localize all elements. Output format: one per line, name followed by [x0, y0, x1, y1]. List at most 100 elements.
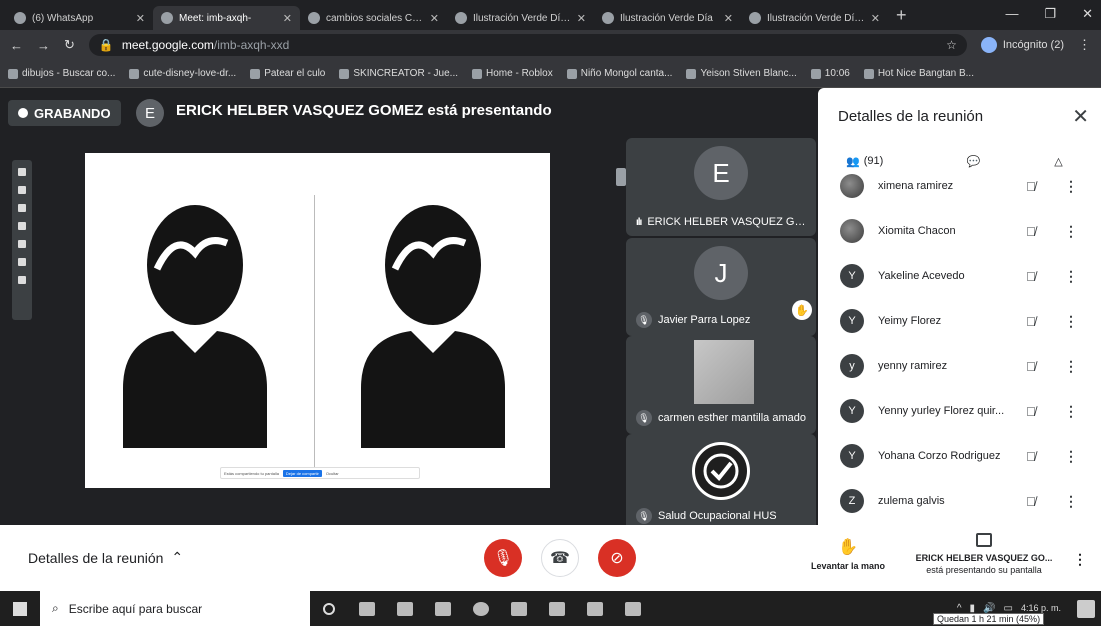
more-options-icon[interactable]: ⋮: [1064, 493, 1078, 510]
hide-share-bar-button[interactable]: Ocultar: [326, 471, 339, 476]
participant-row[interactable]: Xiomita Chacon 🎙̸ ⋮: [818, 213, 1101, 249]
forward-icon[interactable]: →: [37, 38, 50, 53]
camera-toggle-button[interactable]: ⊘: [598, 539, 636, 577]
cursor-tool-icon[interactable]: [18, 276, 26, 284]
tab-chat[interactable]: 💬: [931, 155, 1016, 168]
tab-people[interactable]: 👥 (91): [818, 155, 931, 168]
participant-name: Salud Ocupacional HUS: [658, 510, 777, 522]
excel-icon[interactable]: [424, 591, 462, 626]
tab-activities[interactable]: △: [1016, 155, 1101, 168]
participant-row[interactable]: Y Yenny yurley Florez quir... 🎙̸ ⋮: [818, 393, 1101, 429]
favicon-icon: [602, 12, 614, 24]
close-tab-icon[interactable]: ✕: [283, 12, 292, 25]
mic-off-icon: 🎙̸: [1026, 313, 1036, 329]
pen-tool-icon[interactable]: [18, 168, 26, 176]
highlighter-tool-icon[interactable]: [18, 258, 26, 266]
participant-row[interactable]: Y Yeimy Florez 🎙̸ ⋮: [818, 303, 1101, 339]
bookmark-item[interactable]: Hot Nice Bangtan B...: [863, 68, 974, 79]
browser-menu-icon[interactable]: ⋮: [1078, 37, 1091, 53]
bookmark-item[interactable]: SKINCREATOR - Jue...: [339, 68, 458, 79]
bookmark-item[interactable]: Home - Roblox: [472, 68, 553, 79]
close-window-icon[interactable]: ✕: [1082, 6, 1093, 22]
participant-tile[interactable]: E ılı ERICK HELBER VASQUEZ GO...: [626, 138, 816, 236]
word-icon[interactable]: [576, 591, 614, 626]
meeting-details-button[interactable]: Detalles de la reunión ⌃: [28, 549, 183, 566]
stop-sharing-button[interactable]: Dejar de compartir: [282, 469, 322, 477]
participant-avatar: Z: [840, 489, 864, 513]
back-icon[interactable]: ←: [10, 38, 23, 53]
chrome-icon[interactable]: [462, 591, 500, 626]
taskbar-search-input[interactable]: ⌕ Escribe aquí para buscar: [40, 591, 310, 626]
bookmark-item[interactable]: Yeison Stiven Blanc...: [686, 68, 797, 79]
circle-tool-icon[interactable]: [18, 222, 26, 230]
address-bar[interactable]: 🔒 meet.google.com/imb-axqh-xxd ☆: [88, 34, 967, 56]
more-options-icon[interactable]: ⋮: [1064, 358, 1078, 375]
more-options-icon[interactable]: ⋮: [1064, 223, 1078, 240]
star-icon[interactable]: ☆: [946, 38, 957, 52]
close-tab-icon[interactable]: ✕: [577, 12, 586, 25]
close-tab-icon[interactable]: ✕: [136, 12, 145, 25]
eraser-tool-icon[interactable]: [18, 204, 26, 212]
powerpoint-icon[interactable]: [500, 591, 538, 626]
participant-row[interactable]: Y Yohana Corzo Rodriguez 🎙̸ ⋮: [818, 438, 1101, 474]
presentation-status[interactable]: ERICK HELBER VASQUEZ GO... está presenta…: [900, 533, 1068, 576]
window-controls: — ❐ ✕: [1005, 6, 1093, 22]
raise-hand-button[interactable]: ✋ Levantar la mano: [800, 537, 896, 571]
bookmark-item[interactable]: Patear el culo: [250, 68, 325, 79]
participant-row[interactable]: ximena ramirez 🎙̸ ⋮: [818, 174, 1101, 204]
mic-off-icon: 🎙: [636, 508, 652, 524]
cortana-icon[interactable]: [310, 591, 348, 626]
close-panel-icon[interactable]: ✕: [1072, 104, 1089, 129]
bookmark-item[interactable]: dibujos - Buscar co...: [8, 68, 115, 79]
participant-row[interactable]: y yenny ramirez 🎙̸ ⋮: [818, 348, 1101, 384]
bookmark-item[interactable]: Niño Mongol canta...: [566, 68, 672, 79]
task-view-icon[interactable]: [348, 591, 386, 626]
close-tab-icon[interactable]: ✕: [871, 12, 880, 25]
participant-name: Yenny yurley Florez quir...: [878, 405, 1005, 417]
participant-name: zulema galvis: [878, 495, 945, 507]
minimize-icon[interactable]: —: [1005, 6, 1018, 22]
more-options-icon[interactable]: ⋮: [1064, 403, 1078, 420]
bookmarks-bar: dibujos - Buscar co... cute-disney-love-d…: [0, 60, 1101, 88]
new-tab-button[interactable]: +: [896, 5, 907, 26]
browser-tab[interactable]: cambios sociales Cavi ✕: [300, 6, 447, 30]
browser-tab[interactable]: Ilustración Verde Día ✕: [594, 6, 741, 30]
notifications-icon[interactable]: [1077, 600, 1095, 618]
mic-off-icon: 🎙̸: [1026, 448, 1036, 464]
chat-icon: 💬: [966, 155, 981, 168]
browser-tab[interactable]: (6) WhatsApp ✕: [6, 6, 153, 30]
microphone-toggle-button[interactable]: 🎙: [484, 539, 522, 577]
photos-icon[interactable]: [614, 591, 652, 626]
more-options-icon[interactable]: ⋮: [1064, 448, 1078, 465]
browser-tab[interactable]: Meet: imb-axqh- ✕: [153, 6, 300, 30]
more-options-icon[interactable]: ⋮: [1064, 268, 1078, 285]
app-icon[interactable]: [538, 591, 576, 626]
bookmark-item[interactable]: 10:06: [810, 68, 850, 79]
participant-tile[interactable]: 🎙 Salud Ocupacional HUS: [626, 434, 816, 532]
browser-tab[interactable]: Ilustración Verde Día c ✕: [741, 6, 888, 30]
bookmark-item[interactable]: cute-disney-love-dr...: [129, 68, 236, 79]
browser-tab[interactable]: Ilustración Verde Día c ✕: [447, 6, 594, 30]
reload-icon[interactable]: ↻: [64, 37, 75, 53]
maximize-icon[interactable]: ❐: [1044, 6, 1056, 22]
close-tab-icon[interactable]: ✕: [724, 12, 733, 25]
participant-row[interactable]: Y Yakeline Acevedo 🎙̸ ⋮: [818, 258, 1101, 294]
more-options-icon[interactable]: ⋮: [1073, 551, 1087, 568]
favicon-icon: [14, 12, 26, 24]
hang-up-button[interactable]: ☎: [541, 539, 579, 577]
close-tab-icon[interactable]: ✕: [430, 12, 439, 25]
pencil-tool-icon[interactable]: [18, 186, 26, 194]
participant-row[interactable]: Zzulema galvis 🎙̸ ⋮: [818, 483, 1101, 519]
more-options-icon[interactable]: ⋮: [1064, 178, 1078, 195]
line-tool-icon[interactable]: [18, 240, 26, 248]
more-options-icon[interactable]: ⋮: [1064, 313, 1078, 330]
screen-share-bar: Estás compartiendo tu pantalla Dejar de …: [220, 467, 420, 479]
pin-handle-icon[interactable]: [616, 168, 626, 186]
incognito-profile[interactable]: Incógnito (2): [980, 37, 1064, 53]
people-icon: 👥: [846, 155, 860, 168]
participant-tile[interactable]: 🎙 carmen esther mantilla amado: [626, 336, 816, 434]
participant-tile[interactable]: J 🎙 Javier Parra Lopez: [626, 238, 816, 336]
drawing-toolbar[interactable]: [12, 160, 32, 320]
start-button[interactable]: [0, 591, 40, 626]
file-explorer-icon[interactable]: [386, 591, 424, 626]
